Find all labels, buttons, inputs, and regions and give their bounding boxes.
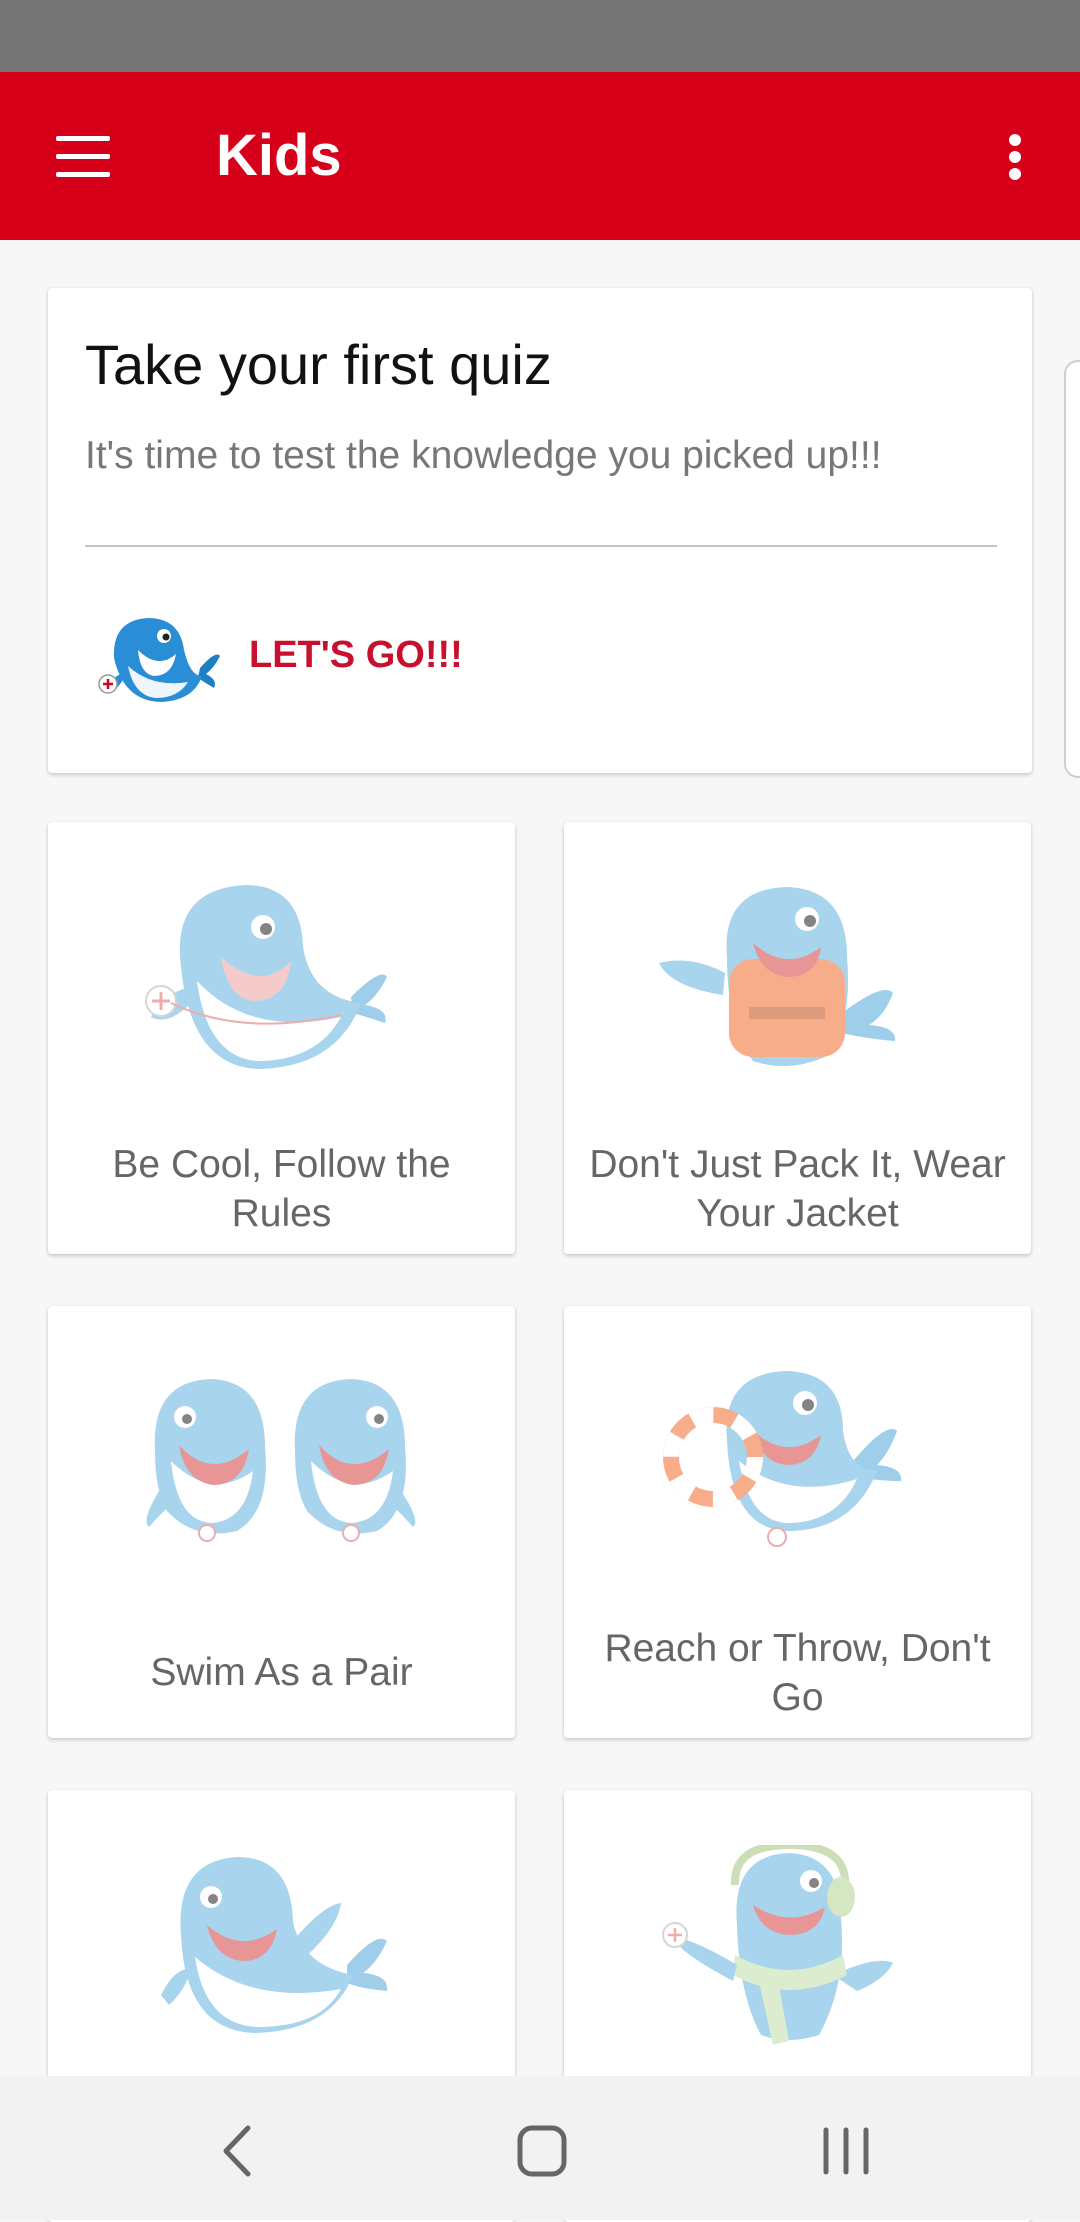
status-bar bbox=[0, 0, 1080, 72]
quiz-card: Take your first quiz It's time to test t… bbox=[48, 288, 1032, 773]
quiz-subtitle: It's time to test the knowledge you pick… bbox=[85, 434, 882, 477]
topic-card[interactable]: Reach or Throw, Don't Go bbox=[564, 1306, 1031, 1738]
topic-card[interactable]: Swim As a Pair bbox=[48, 1306, 515, 1738]
page-title: Kids bbox=[216, 123, 342, 188]
whale-life-ring-icon bbox=[663, 1371, 902, 1547]
menu-icon[interactable] bbox=[40, 118, 124, 194]
whale-headphones-scarf-icon bbox=[662, 1845, 893, 2045]
quiz-title: Take your first quiz bbox=[85, 333, 552, 396]
whale-mascot-icon bbox=[98, 618, 220, 702]
whale-pair-icon bbox=[146, 1379, 416, 1542]
whale-lifeguard-icon bbox=[145, 885, 387, 1069]
recent-apps-icon[interactable] bbox=[796, 2106, 896, 2196]
whale-waving-icon bbox=[161, 1857, 388, 2033]
topic-card[interactable]: Don't Just Pack It, Wear Your Jacket bbox=[564, 822, 1031, 1254]
divider bbox=[85, 545, 997, 547]
whale-life-jacket-icon bbox=[659, 887, 896, 1067]
topic-card[interactable]: Be Cool, Follow the Rules bbox=[48, 822, 515, 1254]
topic-label: Don't Just Pack It, Wear Your Jacket bbox=[589, 1143, 1006, 1235]
topic-label: Reach or Throw, Don't Go bbox=[604, 1627, 991, 1719]
topic-label: Swim As a Pair bbox=[150, 1651, 413, 1694]
system-navigation-bar bbox=[0, 2076, 1080, 2220]
lets-go-button[interactable]: LET'S GO!!! bbox=[249, 634, 463, 677]
back-icon[interactable] bbox=[190, 2106, 290, 2196]
home-icon[interactable] bbox=[492, 2106, 592, 2196]
topic-label: Be Cool, Follow the Rules bbox=[112, 1143, 451, 1235]
more-options-icon[interactable] bbox=[990, 118, 1040, 194]
app-bar: Kids bbox=[0, 72, 1080, 240]
next-card-peek[interactable] bbox=[1064, 360, 1080, 778]
